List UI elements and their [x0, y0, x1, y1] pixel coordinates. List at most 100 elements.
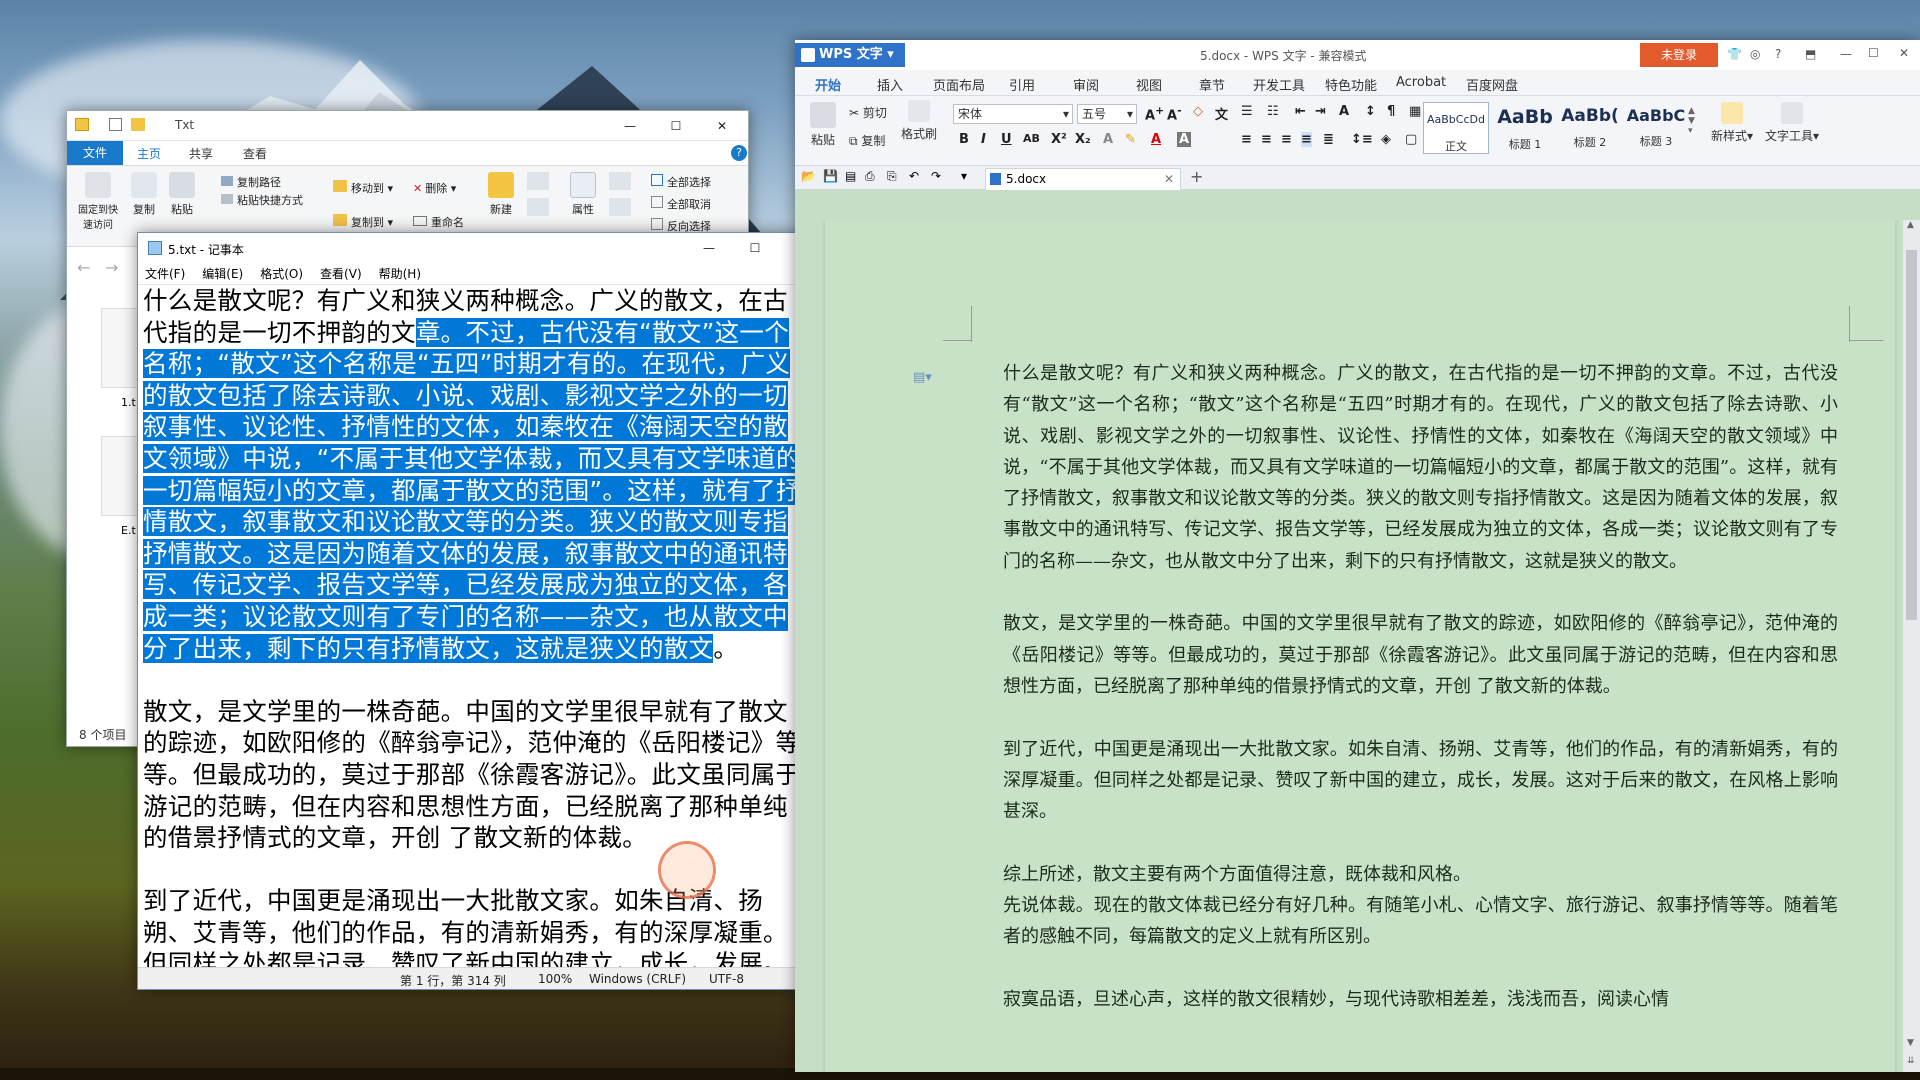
paste-button[interactable]: 粘贴: [165, 172, 199, 217]
text-effect-icon[interactable]: A: [1103, 132, 1113, 147]
paste-shortcut-button[interactable]: 粘贴快捷方式: [221, 192, 303, 208]
shading-icon[interactable]: ◈: [1381, 132, 1391, 147]
copy-to-button[interactable]: 复制到 ▾: [333, 214, 393, 230]
select-all-button[interactable]: 全部选择: [651, 174, 711, 190]
copy-button[interactable]: ⧉ 复制: [849, 132, 885, 149]
scroll-down-icon[interactable]: ▼: [1907, 1038, 1914, 1048]
delete-button[interactable]: ✕ 删除 ▾: [413, 180, 456, 196]
tab-view[interactable]: 查看: [243, 145, 267, 162]
document-canvas[interactable]: ▤▾ 什么是散文呢？有广义和狭义两种概念。广义的散文，在古代指的是一切不押韵的文…: [795, 220, 1903, 1072]
line-spacing-icon[interactable]: ↕≡: [1351, 132, 1373, 147]
subscript-icon[interactable]: X₂: [1075, 132, 1091, 147]
help-icon[interactable]: ?: [731, 145, 747, 161]
format-painter-button[interactable]: 格式刷: [897, 100, 941, 142]
easy-access-icon[interactable]: [527, 198, 549, 216]
highlight-icon[interactable]: ✎: [1125, 132, 1136, 147]
tab-layout[interactable]: 页面布局: [933, 75, 985, 94]
grow-font-icon[interactable]: A+: [1145, 104, 1164, 123]
quick-access-dropdown-icon[interactable]: ▾: [961, 169, 967, 183]
new-folder-quick-icon[interactable]: [131, 118, 145, 131]
new-tab-icon[interactable]: +: [1190, 167, 1203, 186]
tab-baidu-netdisk[interactable]: 百度网盘: [1466, 75, 1518, 94]
underline-icon[interactable]: U: [1001, 132, 1012, 147]
tab-features[interactable]: 特色功能: [1325, 75, 1377, 94]
tab-home[interactable]: 开始: [815, 75, 841, 94]
wps-vertical-scrollbar[interactable]: ▲ ▼ ⇊: [1903, 220, 1920, 1072]
open-icon[interactable]: [609, 172, 631, 190]
italic-icon[interactable]: I: [981, 132, 986, 147]
tab-section[interactable]: 章节: [1199, 75, 1225, 94]
restore-layout-icon[interactable]: ⬒: [1805, 47, 1816, 61]
cut-button[interactable]: ✂ 剪切: [849, 104, 887, 121]
new-item-icon[interactable]: [527, 172, 549, 190]
redo-icon[interactable]: ↷: [931, 169, 941, 183]
file-item-label[interactable]: E.t: [121, 524, 136, 537]
tab-insert[interactable]: 插入: [877, 75, 903, 94]
chinese-layout-icon[interactable]: A: [1339, 104, 1349, 119]
decrease-indent-icon[interactable]: ⇤: [1295, 104, 1306, 119]
paste-button[interactable]: 粘贴: [805, 102, 841, 148]
menu-format[interactable]: 格式(O): [260, 267, 303, 281]
document-body[interactable]: 什么是散文呢？有广义和狭义两种概念。广义的散文，在古代指的是一切不押韵的文章。不…: [1003, 358, 1838, 1015]
styles-scroll-icon[interactable]: ▲ ▼ ▾: [1688, 106, 1695, 136]
edit-icon[interactable]: [609, 198, 631, 216]
document-page[interactable]: ▤▾ 什么是散文呢？有广义和狭义两种概念。广义的散文，在古代指的是一切不押韵的文…: [825, 220, 1895, 1072]
new-folder-button[interactable]: 新建: [481, 172, 521, 217]
text-tools-button[interactable]: 文字工具▾: [1761, 102, 1823, 144]
copy-button[interactable]: 复制: [127, 172, 161, 217]
show-marks-icon[interactable]: ¶: [1387, 104, 1395, 119]
copy-path-button[interactable]: 复制路径: [221, 174, 281, 190]
font-family-select[interactable]: 宋体 ▾: [953, 104, 1073, 124]
menu-edit[interactable]: 编辑(E): [202, 267, 243, 281]
close-button[interactable]: ✕: [1899, 46, 1909, 60]
tab-home[interactable]: 主页: [137, 145, 161, 162]
font-color-icon[interactable]: A: [1151, 132, 1161, 147]
close-tab-icon[interactable]: ✕: [1164, 169, 1174, 189]
menu-file[interactable]: 文件(F): [145, 267, 185, 281]
properties-quick-icon[interactable]: [109, 118, 122, 131]
feedback-icon[interactable]: ◎: [1750, 47, 1760, 61]
print-icon[interactable]: ⎙: [865, 169, 875, 184]
skin-icon[interactable]: 👕: [1727, 47, 1742, 61]
minimize-button[interactable]: —: [1840, 47, 1852, 61]
increase-indent-icon[interactable]: ⇥: [1315, 104, 1326, 119]
scrollbar-thumb[interactable]: [1906, 250, 1917, 620]
select-none-button[interactable]: 全部取消: [651, 196, 711, 212]
clear-format-icon[interactable]: ◇: [1193, 104, 1203, 119]
paragraph-handle-icon[interactable]: ▤▾: [913, 370, 932, 385]
new-style-button[interactable]: 新样式▾: [1707, 102, 1757, 144]
file-item-thumb[interactable]: [101, 436, 141, 516]
tab-file[interactable]: 文件: [67, 141, 123, 165]
justify-icon[interactable]: ≡: [1301, 132, 1312, 147]
table-icon[interactable]: ▦: [1409, 104, 1421, 119]
tab-view[interactable]: 视图: [1136, 75, 1162, 94]
font-size-select[interactable]: 五号 ▾: [1077, 104, 1137, 124]
back-arrow-icon[interactable]: ←: [77, 258, 90, 277]
align-right-icon[interactable]: ≡: [1281, 132, 1292, 147]
numbering-icon[interactable]: ☷: [1267, 104, 1279, 119]
undo-icon[interactable]: ↶: [909, 169, 919, 183]
maximize-button[interactable]: ☐: [732, 233, 778, 263]
minimize-button[interactable]: —: [607, 111, 653, 140]
tab-review[interactable]: 审阅: [1073, 75, 1099, 94]
move-to-button[interactable]: 移动到 ▾: [333, 180, 393, 196]
pinyin-icon[interactable]: 文: [1215, 104, 1228, 123]
maximize-button[interactable]: ☐: [653, 111, 699, 140]
help-icon[interactable]: ?: [1775, 47, 1781, 61]
borders-icon[interactable]: ▢: [1405, 132, 1417, 147]
login-button[interactable]: 未登录: [1640, 43, 1718, 67]
wps-app-menu[interactable]: WPS 文字 ▾: [795, 43, 905, 67]
document-tab[interactable]: 5.docx ✕: [985, 168, 1181, 190]
style-heading-3[interactable]: AaBbC 标题 3: [1623, 102, 1689, 154]
next-page-icon[interactable]: ⇊: [1907, 1056, 1915, 1066]
strikethrough-icon[interactable]: AB: [1023, 132, 1040, 145]
distribute-icon[interactable]: ≣: [1323, 132, 1334, 147]
char-shading-icon[interactable]: A: [1177, 132, 1192, 147]
open-icon[interactable]: 📂: [801, 169, 816, 183]
pin-quick-access-button[interactable]: 固定到快 速访问: [73, 172, 123, 231]
print-preview-icon[interactable]: ⎘: [887, 169, 897, 184]
bold-icon[interactable]: B: [959, 132, 969, 147]
menu-view[interactable]: 查看(V): [320, 267, 362, 281]
minimize-button[interactable]: —: [686, 233, 732, 263]
superscript-icon[interactable]: X²: [1051, 132, 1067, 147]
